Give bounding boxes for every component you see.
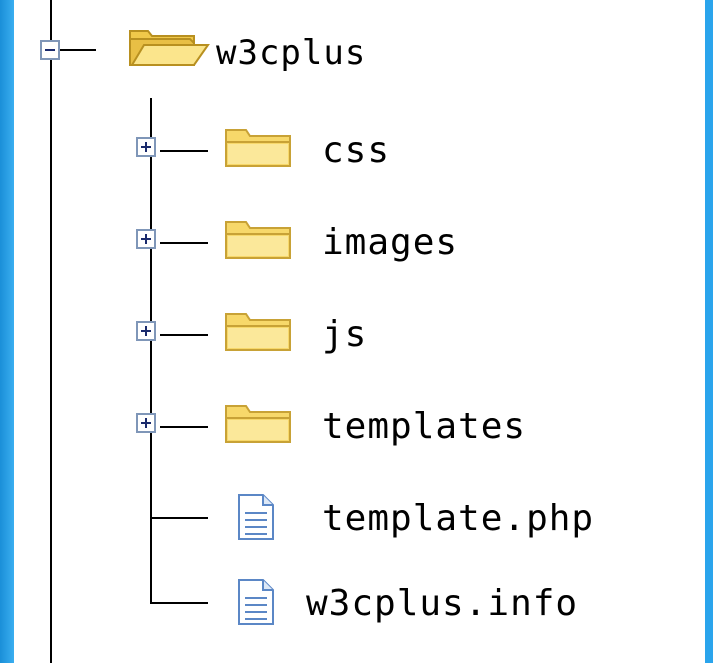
expand-toggle-templates[interactable]: [136, 413, 156, 433]
file-tree: w3cplus css images js templates template…: [0, 0, 705, 663]
folder-icon: [225, 405, 291, 443]
file-icon: [238, 579, 274, 625]
tree-node-label: templates: [322, 406, 527, 447]
expand-toggle-images[interactable]: [136, 229, 156, 249]
tree-node-label: js: [322, 314, 368, 355]
window-frame-right: [705, 0, 713, 663]
tree-node-label: template.php: [322, 498, 595, 539]
collapse-toggle-root[interactable]: [40, 40, 60, 60]
tree-line-outer: [50, 0, 52, 663]
tree-node-label: images: [322, 222, 459, 263]
expand-toggle-css[interactable]: [136, 137, 156, 157]
folder-icon: [225, 313, 291, 351]
file-icon: [238, 494, 274, 540]
tree-line-root-h: [60, 49, 96, 51]
folder-icon: [225, 129, 291, 167]
tree-node-label: css: [322, 130, 391, 171]
tree-node-label: w3cplus: [216, 33, 367, 73]
folder-open-icon: [129, 30, 210, 66]
tree-line-inner: [150, 98, 152, 603]
tree-node-label: w3cplus.info: [306, 583, 579, 624]
folder-icon: [225, 221, 291, 259]
expand-toggle-js[interactable]: [136, 321, 156, 341]
